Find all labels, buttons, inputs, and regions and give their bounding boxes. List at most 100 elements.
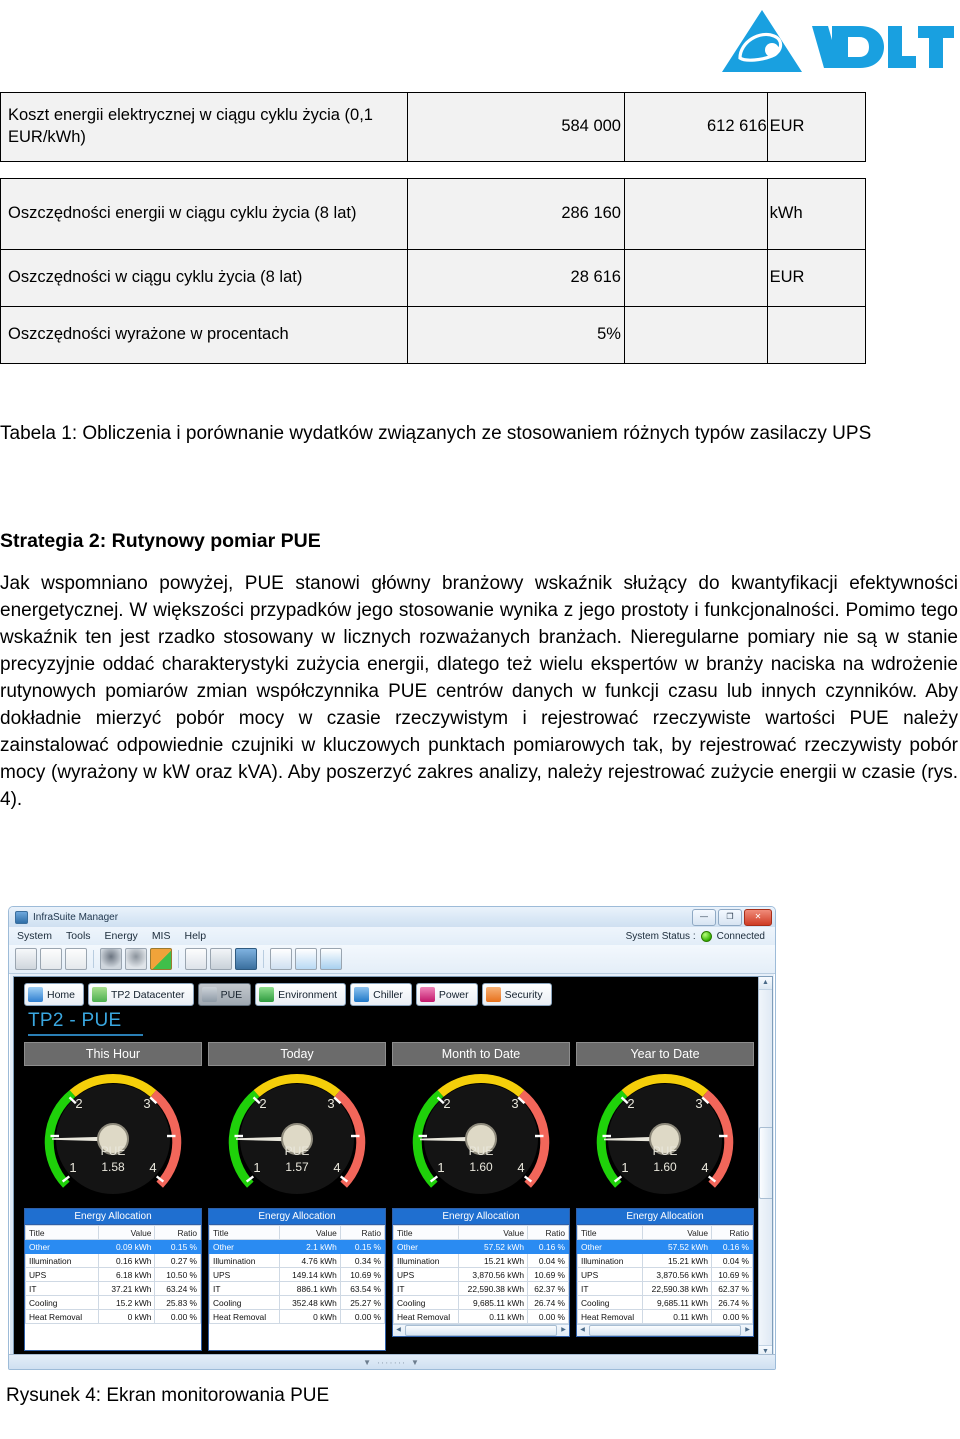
table-row[interactable]: IT 22,590.38 kWh 62.37 %: [392, 1281, 569, 1296]
network-icon[interactable]: [235, 948, 257, 970]
col-header-title: Title: [392, 1225, 460, 1240]
horizontal-scrollbar[interactable]: ◀ ▶: [393, 1324, 569, 1336]
minimize-button[interactable]: —: [692, 909, 716, 926]
pue-gauge: 1 2 3 4 PUE 1.58: [24, 1066, 202, 1206]
system-status: System Status : Connected: [626, 930, 765, 942]
notes-icon[interactable]: [185, 948, 207, 970]
col-header-ratio: Ratio: [339, 1225, 386, 1240]
cell-ratio: 10.69 %: [527, 1267, 569, 1282]
cell-ratio: 0.16 %: [711, 1239, 753, 1254]
table-row[interactable]: Illumination 15.21 kWh 0.04 %: [392, 1253, 569, 1268]
tab-tp2-datacenter[interactable]: TP2 Datacenter: [88, 983, 194, 1006]
cell-ratio: 0.15 %: [339, 1239, 386, 1254]
svg-text:2: 2: [627, 1096, 634, 1111]
cell-title: Other: [576, 1239, 644, 1254]
table-row[interactable]: Other 57.52 kWh 0.16 %: [392, 1239, 569, 1254]
menu-item-help[interactable]: Help: [184, 930, 206, 942]
menu-item-mis[interactable]: MIS: [152, 930, 171, 942]
menu-item-energy[interactable]: Energy: [105, 930, 138, 942]
cell-title: Illumination: [576, 1253, 644, 1268]
energy-allocation-title: Energy Allocation: [25, 1209, 201, 1225]
tab-security[interactable]: Security: [481, 983, 552, 1006]
row-unit: kWh: [766, 178, 867, 250]
cell-value: 2.1 kWh: [279, 1239, 341, 1254]
cell-title: Heat Removal: [576, 1309, 644, 1324]
cell-title: Other: [208, 1239, 281, 1254]
maximize-button[interactable]: ❐: [718, 909, 742, 926]
export-icon[interactable]: [150, 948, 172, 970]
bar-chart-icon[interactable]: [40, 948, 62, 970]
refresh-page-icon[interactable]: [295, 948, 317, 970]
menu-item-system[interactable]: System: [17, 930, 52, 942]
table-row[interactable]: UPS 149.14 kWh 10.69 %: [208, 1267, 386, 1282]
tab-label: TP2 Datacenter: [111, 988, 185, 1001]
refresh-pages-icon[interactable]: [320, 948, 342, 970]
tab-label: Chiller: [373, 988, 403, 1001]
svg-text:3: 3: [695, 1096, 702, 1111]
table-row[interactable]: Cooling 15.2 kWh 25.83 %: [25, 1295, 201, 1310]
toolbar-separator: [178, 950, 179, 968]
table-row[interactable]: Heat Removal 0 kWh 0.00 %: [25, 1309, 201, 1324]
device-icon[interactable]: [100, 948, 122, 970]
tab-pue[interactable]: PUE: [197, 983, 252, 1006]
scroll-thumb[interactable]: [759, 1127, 772, 1199]
tools-icon[interactable]: [210, 948, 232, 970]
table-row[interactable]: Cooling 9,685.11 kWh 26.74 %: [576, 1295, 753, 1310]
table-row[interactable]: Other 2.1 kWh 0.15 %: [208, 1239, 386, 1254]
row-value-a: 584 000: [407, 92, 625, 162]
close-button[interactable]: ✕: [744, 909, 772, 926]
svg-text:3: 3: [327, 1096, 334, 1111]
cell-value: 149.14 kWh: [279, 1267, 341, 1282]
table-row[interactable]: Illumination 4.76 kWh 0.34 %: [208, 1253, 386, 1268]
scroll-left-arrow-icon[interactable]: ◀: [393, 1325, 404, 1336]
table-spacer-row: [0, 161, 866, 179]
cell-title: IT: [25, 1281, 99, 1296]
cell-title: Heat Removal: [392, 1309, 460, 1324]
page-icon[interactable]: [270, 948, 292, 970]
table-row[interactable]: Other 57.52 kWh 0.16 %: [576, 1239, 753, 1254]
horizontal-scrollbar[interactable]: ◀ ▶: [577, 1324, 753, 1336]
report-chart-icon[interactable]: [65, 948, 87, 970]
column-header: Month to Date: [392, 1042, 570, 1066]
table-row[interactable]: Cooling 9,685.11 kWh 26.74 %: [392, 1295, 569, 1310]
cell-value: 352.48 kWh: [279, 1295, 341, 1310]
cell-value: 15.2 kWh: [97, 1295, 156, 1310]
table-row[interactable]: UPS 3,870.56 kWh 10.69 %: [576, 1267, 753, 1282]
table-row[interactable]: IT 22,590.38 kWh 62.37 %: [576, 1281, 753, 1296]
table-row[interactable]: Illumination 0.16 kWh 0.27 %: [25, 1253, 201, 1268]
row-label: Oszczędności wyrażone w procentach: [0, 306, 409, 364]
row-unit: EUR: [766, 249, 867, 307]
table-row[interactable]: Heat Removal 0.11 kWh 0.00 %: [576, 1309, 753, 1324]
table-row[interactable]: Cooling 352.48 kWh 25.27 %: [208, 1295, 386, 1310]
energy-allocation-table: Title Value Ratio Other 2.1 kWh 0.15 % I…: [208, 1225, 386, 1324]
scroll-thumb[interactable]: [405, 1325, 557, 1336]
table-row[interactable]: UPS 6.18 kWh 10.50 %: [25, 1267, 201, 1282]
tab-chiller[interactable]: Chiller: [350, 983, 412, 1006]
table-row[interactable]: IT 37.21 kWh 63.24 %: [25, 1281, 201, 1296]
menu-item-tools[interactable]: Tools: [66, 930, 91, 942]
tab-environment[interactable]: Environment: [255, 983, 347, 1006]
cell-ratio: 62.37 %: [527, 1281, 569, 1296]
table-row[interactable]: Other 0.09 kWh 0.15 %: [25, 1239, 201, 1254]
log-icon[interactable]: [15, 948, 37, 970]
vertical-scrollbar[interactable]: ▲ ▼: [758, 977, 772, 1358]
table-row[interactable]: Heat Removal 0.11 kWh 0.00 %: [392, 1309, 569, 1324]
scroll-up-arrow-icon[interactable]: ▲: [759, 977, 772, 990]
row-value-b: 612 616: [623, 92, 768, 162]
table-row[interactable]: UPS 3,870.56 kWh 10.69 %: [392, 1267, 569, 1282]
scroll-right-arrow-icon[interactable]: ▶: [742, 1325, 753, 1336]
device-search-icon[interactable]: [125, 948, 147, 970]
table-empty-area: [209, 1324, 385, 1350]
tab-home[interactable]: Home: [24, 983, 85, 1006]
table-row[interactable]: Heat Removal 0 kWh 0.00 %: [208, 1309, 386, 1324]
cell-title: Other: [392, 1239, 460, 1254]
table-row[interactable]: Illumination 15.21 kWh 0.04 %: [576, 1253, 753, 1268]
cell-title: Cooling: [392, 1295, 460, 1310]
tab-label: PUE: [220, 988, 243, 1001]
tab-power[interactable]: Power: [415, 983, 478, 1006]
scroll-left-arrow-icon[interactable]: ◀: [577, 1325, 588, 1336]
scroll-right-arrow-icon[interactable]: ▶: [558, 1325, 569, 1336]
scroll-thumb[interactable]: [589, 1325, 741, 1336]
table-row[interactable]: IT 886.1 kWh 63.54 %: [208, 1281, 386, 1296]
page-title: TP2 - PUE: [28, 1010, 122, 1031]
